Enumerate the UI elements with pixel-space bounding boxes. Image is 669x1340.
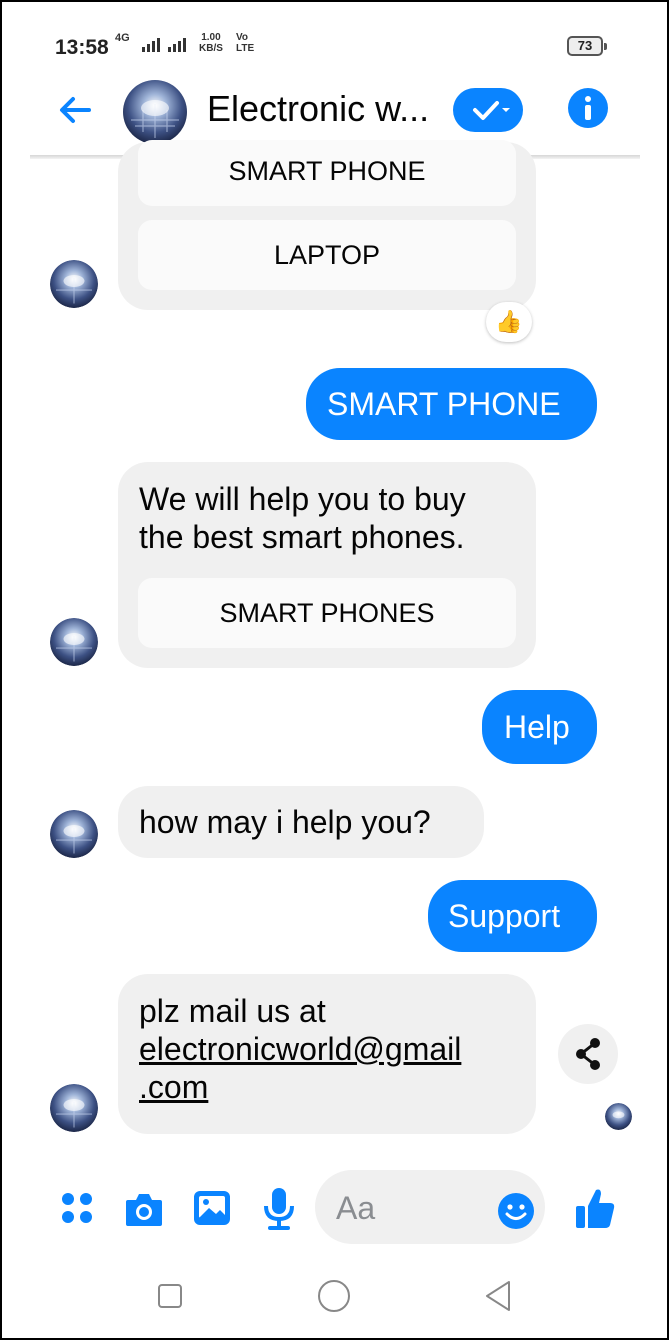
email-link-part[interactable]: electronicworld@gmail: [139, 1031, 461, 1067]
check-dropdown-icon: [473, 101, 510, 120]
page-avatar-image: [50, 618, 98, 666]
message-input-placeholder: Aa: [336, 1190, 376, 1226]
share-button[interactable]: [558, 1024, 618, 1084]
camera-button[interactable]: [124, 1190, 164, 1233]
email-link[interactable]: electronicworld@gmail .com: [139, 1030, 461, 1106]
volte-indicator: Vo LTE: [236, 32, 254, 54]
battery-indicator: 73: [567, 36, 607, 56]
page-avatar-image: [605, 1103, 632, 1130]
thumbs-up-reaction-icon: 👍: [495, 309, 523, 334]
quick-reply-smart-phones[interactable]: SMART PHONES: [138, 578, 516, 648]
status-bar: 13:58 4G 1.00 KB/S Vo LTE 73: [2, 2, 667, 76]
read-receipt-avatar: [605, 1103, 632, 1130]
bot-message-line: We will help you to buy: [139, 481, 466, 517]
triangle-back-icon: [486, 1281, 510, 1311]
user-message[interactable]: Help: [482, 690, 597, 764]
volte-top: Vo: [236, 32, 249, 43]
data-speed-value: 1.00: [201, 32, 221, 43]
bot-avatar: [50, 618, 98, 666]
volte-bottom: LTE: [236, 43, 255, 54]
user-message[interactable]: SMART PHONE: [306, 368, 597, 440]
microphone-icon: [264, 1188, 294, 1230]
image-icon: [194, 1191, 230, 1225]
page-avatar-image: [123, 80, 187, 144]
info-button[interactable]: [568, 88, 608, 128]
quick-reply-smart-phone[interactable]: SMART PHONE: [138, 140, 516, 206]
info-icon: [585, 96, 591, 120]
data-speed-unit: KB/S: [199, 43, 223, 54]
emoji-button[interactable]: [497, 1192, 535, 1235]
more-actions-button[interactable]: [60, 1190, 94, 1231]
thumbs-up-icon: [576, 1189, 615, 1228]
status-time: 13:58: [55, 36, 109, 59]
bot-message-text: how may i help you?: [139, 804, 431, 840]
page-avatar-image: [50, 260, 98, 308]
recents-button[interactable]: [157, 1283, 183, 1314]
page-avatar-image: [50, 810, 98, 858]
nav-back-button[interactable]: [483, 1279, 513, 1318]
verified-status-button[interactable]: [453, 88, 523, 132]
signal-icon: [142, 38, 186, 52]
data-speed: 1.00 KB/S: [199, 32, 223, 54]
messenger-screen: 13:58 4G 1.00 KB/S Vo LTE 73 Electronic …: [0, 0, 669, 1340]
emoji-icon: [498, 1193, 534, 1229]
network-type-label: 4G: [115, 32, 130, 44]
page-avatar-image: [50, 1084, 98, 1132]
bot-avatar: [50, 260, 98, 308]
back-button[interactable]: [55, 90, 95, 130]
bot-message-line: the best smart phones.: [139, 519, 465, 555]
user-message[interactable]: Support: [428, 880, 597, 952]
bot-avatar: [50, 810, 98, 858]
email-link-part[interactable]: .com: [139, 1069, 208, 1105]
circle-home-icon: [318, 1280, 350, 1312]
message-reaction[interactable]: 👍: [486, 302, 532, 342]
voice-message-button[interactable]: [262, 1186, 296, 1237]
share-icon: [576, 1038, 600, 1070]
contact-avatar[interactable]: [123, 80, 187, 144]
conversation-title[interactable]: Electronic w...: [207, 88, 429, 130]
quick-reply-laptop[interactable]: LAPTOP: [138, 220, 516, 290]
gallery-button[interactable]: [192, 1188, 232, 1233]
square-recents-icon: [158, 1284, 182, 1308]
bot-avatar: [50, 1084, 98, 1132]
bot-message-text: We will help you to buy the best smart p…: [139, 480, 466, 556]
bot-message-text: plz mail us at electronicworld@gmail .co…: [139, 992, 461, 1106]
grid-dots-icon: [62, 1193, 92, 1223]
like-button[interactable]: [574, 1186, 616, 1235]
home-button[interactable]: [317, 1279, 351, 1318]
camera-icon: [126, 1194, 162, 1226]
bot-message-line: plz mail us at: [139, 993, 326, 1029]
arrow-left-icon: [60, 97, 91, 123]
